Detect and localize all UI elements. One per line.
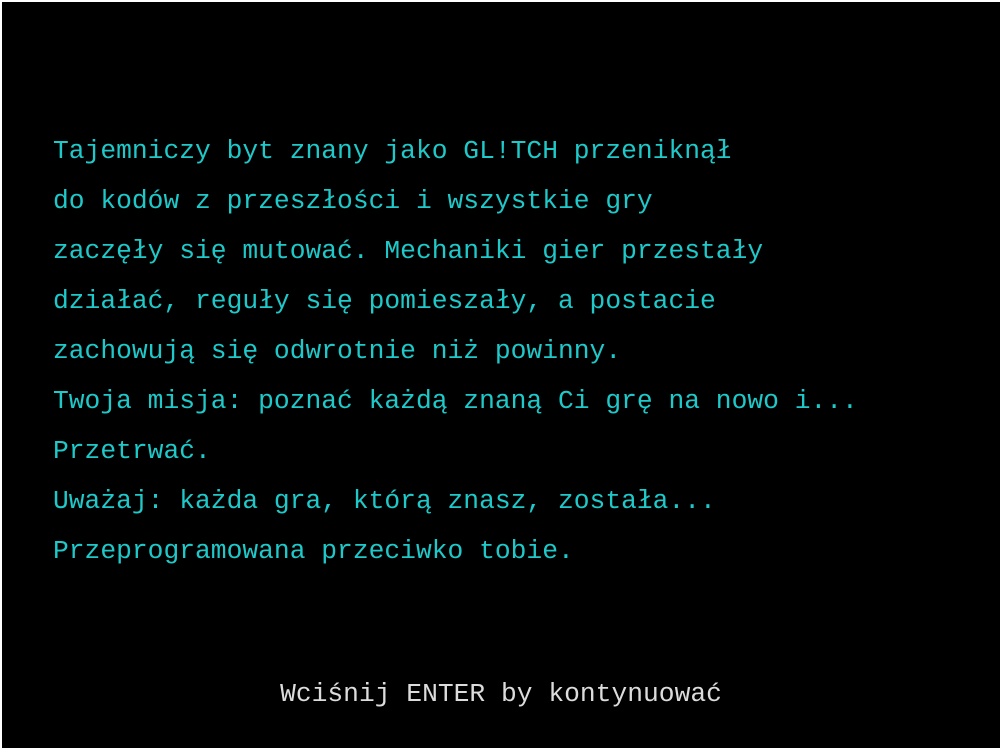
intro-story-text: Tajemniczy byt znany jako GL!TCH przenik… bbox=[53, 126, 858, 576]
story-line: działać, reguły się pomieszały, a postac… bbox=[53, 286, 716, 316]
story-line: Tajemniczy byt znany jako GL!TCH przenik… bbox=[53, 136, 732, 166]
story-line: zachowują się odwrotnie niż powinny. bbox=[53, 336, 622, 366]
story-line: zaczęły się mutować. Mechaniki gier prze… bbox=[53, 236, 764, 266]
game-screen[interactable]: Tajemniczy byt znany jako GL!TCH przenik… bbox=[2, 2, 1000, 748]
story-line: Uważaj: każda gra, którą znasz, została.… bbox=[53, 486, 716, 516]
story-line: do kodów z przeszłości i wszystkie gry bbox=[53, 186, 653, 216]
story-line: Przeprogramowana przeciwko tobie. bbox=[53, 536, 574, 566]
continue-prompt: Wciśnij ENTER by kontynuować bbox=[280, 679, 722, 709]
story-line: Twoja misja: poznać każdą znaną Ci grę n… bbox=[53, 386, 858, 416]
story-line: Przetrwać. bbox=[53, 436, 211, 466]
